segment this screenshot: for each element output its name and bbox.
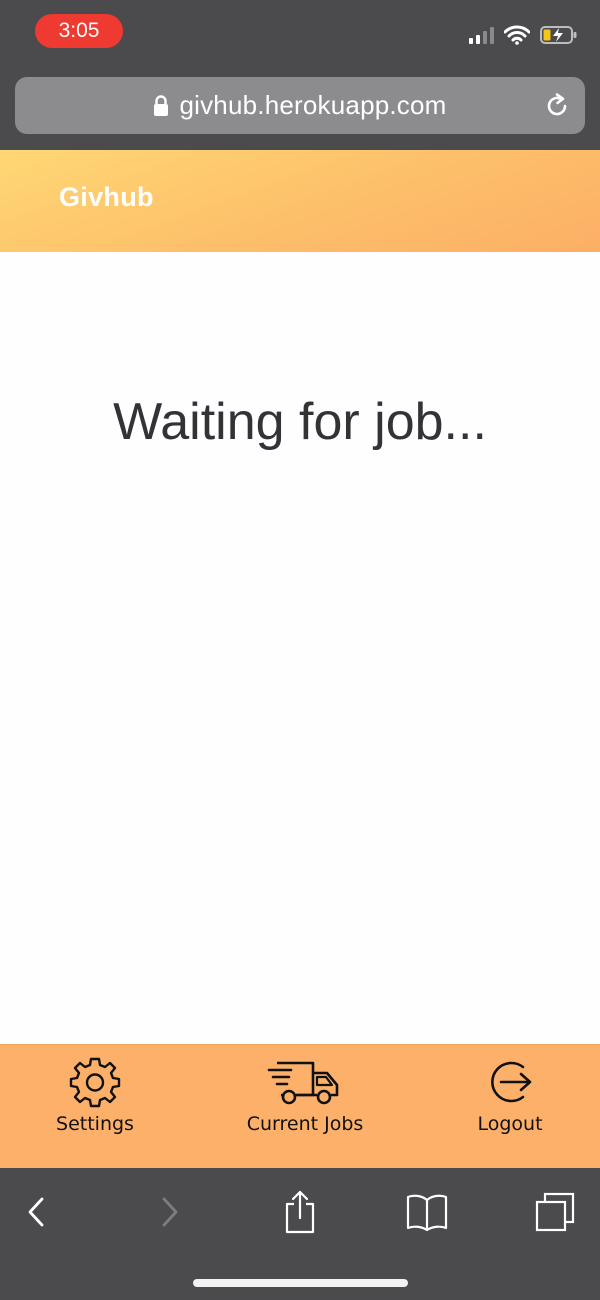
reload-icon[interactable] bbox=[543, 92, 571, 120]
logout-icon bbox=[491, 1061, 532, 1103]
tabs-icon bbox=[535, 1192, 575, 1232]
share-icon bbox=[285, 1190, 315, 1234]
app-header: Givhub bbox=[0, 150, 600, 252]
main-content: Waiting for job... bbox=[0, 252, 600, 1044]
nav-logout[interactable]: Logout bbox=[460, 1055, 560, 1135]
status-message: Waiting for job... bbox=[113, 393, 487, 451]
status-time: 3:05 bbox=[35, 14, 123, 48]
bookmarks-icon bbox=[406, 1194, 448, 1232]
gear-icon bbox=[69, 1057, 121, 1108]
nav-logout-label: Logout bbox=[477, 1113, 543, 1135]
status-icons bbox=[469, 22, 578, 48]
back-icon bbox=[28, 1197, 44, 1227]
nav-settings-label: Settings bbox=[56, 1113, 134, 1135]
nav-current-jobs[interactable]: Current Jobs bbox=[230, 1055, 380, 1135]
wifi-icon bbox=[504, 25, 530, 45]
url-display[interactable]: givhub.herokuapp.com bbox=[15, 77, 585, 134]
lock-icon bbox=[154, 94, 169, 116]
battery-charging-icon bbox=[540, 26, 577, 44]
cellular-signal-icon bbox=[469, 26, 494, 44]
tabs-button[interactable] bbox=[532, 1188, 578, 1236]
url-text: givhub.herokuapp.com bbox=[179, 90, 447, 120]
back-button[interactable] bbox=[18, 1188, 54, 1236]
truck-icon bbox=[267, 1061, 339, 1105]
bookmarks-button[interactable] bbox=[404, 1188, 450, 1236]
forward-icon bbox=[162, 1197, 178, 1227]
brand-logo[interactable]: Givhub bbox=[59, 182, 154, 213]
browser-top-chrome: 3:05 givhub.herokuapp.com bbox=[0, 0, 600, 150]
forward-button[interactable] bbox=[152, 1188, 188, 1236]
home-indicator[interactable] bbox=[193, 1279, 408, 1287]
app-bottom-nav: Settings Current Jobs Logout bbox=[0, 1044, 600, 1168]
share-button[interactable] bbox=[280, 1188, 320, 1236]
nav-current-jobs-label: Current Jobs bbox=[246, 1113, 364, 1135]
nav-settings[interactable]: Settings bbox=[40, 1055, 150, 1135]
address-bar[interactable]: givhub.herokuapp.com bbox=[15, 77, 585, 134]
